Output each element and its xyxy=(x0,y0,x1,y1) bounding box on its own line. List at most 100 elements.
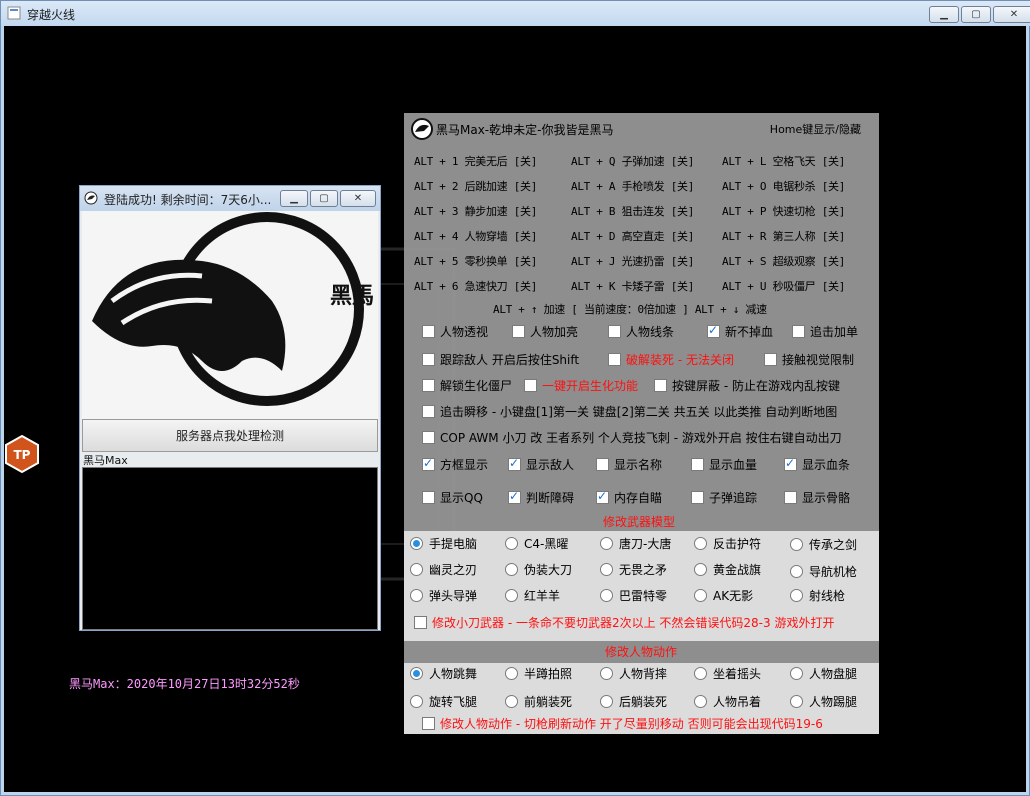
hotkey-3: ALT + 3 静步加速 [关] xyxy=(414,205,538,218)
radio-action[interactable]: 坐着摇头 xyxy=(694,665,761,682)
hotkey-a: ALT + A 手枪喷发 [关] xyxy=(571,180,695,193)
checkbox-show-enemy[interactable]: 显示敌人 xyxy=(508,456,574,473)
log-output[interactable] xyxy=(82,467,378,630)
radio-weapon[interactable]: 无畏之矛 xyxy=(600,561,667,578)
checkbox-bio-functions[interactable]: 一键开启生化功能 xyxy=(524,377,638,394)
minimize-button[interactable]: ▁ xyxy=(929,6,959,23)
speed-indicator: ALT + ↑ 加速 [ 当前速度：0倍加速 ] ALT + ↓ 减速 xyxy=(493,303,767,316)
radio-action[interactable]: 半蹲拍照 xyxy=(505,665,572,682)
hotkey-q: ALT + Q 子弹加速 [关] xyxy=(571,155,695,168)
weapon-options: 手提电脑 C4-黑曜 唐刀-大唐 反击护符 传承之剑 幽灵之刃 伪装大刀 无畏之… xyxy=(404,531,879,641)
minimize-icon: ▁ xyxy=(290,193,298,204)
close-button[interactable]: ✕ xyxy=(993,6,1030,23)
weapon-section-title: 修改武器模型 xyxy=(603,515,676,529)
maximize-icon: ▢ xyxy=(319,193,329,204)
hotkey-1: ALT + 1 完美无后 [关] xyxy=(414,155,538,168)
radio-weapon[interactable]: 黄金战旗 xyxy=(694,561,761,578)
radio-action[interactable]: 前躺装死 xyxy=(505,693,572,710)
radio-action[interactable]: 人物跳舞 xyxy=(410,665,477,682)
server-check-button[interactable]: 服务器点我处理检测 xyxy=(82,419,378,452)
radio-weapon[interactable]: 红羊羊 xyxy=(505,587,560,604)
svg-text:TP: TP xyxy=(14,448,31,462)
checkbox-show-qq[interactable]: 显示QQ xyxy=(422,489,483,506)
radio-weapon[interactable]: 幽灵之刃 xyxy=(410,561,477,578)
checkbox-player-esp[interactable]: 人物透视 xyxy=(422,323,488,340)
checkbox-show-hp-bar[interactable]: 显示血条 xyxy=(784,456,850,473)
checkbox-show-skeleton[interactable]: 显示骨骼 xyxy=(784,489,850,506)
hotkey-s: ALT + S 超级观察 [关] xyxy=(722,255,846,268)
action-section-title: 修改人物动作 xyxy=(605,645,678,659)
checkbox-no-damage[interactable]: 新不掉血 xyxy=(707,323,773,340)
login-close-button[interactable]: ✕ xyxy=(340,190,376,207)
radio-weapon[interactable]: AK无影 xyxy=(694,587,753,604)
radio-action[interactable]: 人物盘腿 xyxy=(790,665,857,682)
checkbox-player-highlight[interactable]: 人物加亮 xyxy=(512,323,578,340)
checkbox-track-enemy[interactable]: 跟踪敌人 开启后按住Shift xyxy=(422,351,579,368)
hotkey-b: ALT + B 狙击连发 [关] xyxy=(571,205,695,218)
checkbox-crack-fake-death[interactable]: 破解装死 - 无法关闭 xyxy=(608,351,734,368)
radio-weapon[interactable]: 弹头导弹 xyxy=(410,587,477,604)
maximize-icon: ▢ xyxy=(971,9,981,20)
checkbox-action-mod[interactable]: 修改人物动作 - 切枪刷新动作 开了尽量别移动 否则可能会出现代码19-6 xyxy=(422,715,823,732)
checkbox-chase-add[interactable]: 追击加单 xyxy=(792,323,858,340)
radio-weapon[interactable]: 反击护符 xyxy=(694,535,761,552)
horse-logo: 黑馬 xyxy=(82,211,378,419)
login-window-controls: ▁ ▢ ✕ xyxy=(280,190,376,207)
status-timestamp: 黑马Max：2020年10月27日13时32分52秒 xyxy=(69,677,300,691)
checkbox-obstacle-check[interactable]: 判断障碍 xyxy=(508,489,574,506)
maximize-button[interactable]: ▢ xyxy=(961,6,991,23)
radio-weapon[interactable]: 射线枪 xyxy=(790,587,845,604)
radio-action[interactable]: 人物吊着 xyxy=(694,693,761,710)
hotkey-p: ALT + P 快速切枪 [关] xyxy=(722,205,846,218)
checkbox-chase-teleport[interactable]: 追击瞬移 - 小键盘[1]第一关 键盘[2]第二关 共五关 以此类推 自动判断地… xyxy=(422,403,837,420)
checkbox-show-name[interactable]: 显示名称 xyxy=(596,456,662,473)
radio-action[interactable]: 后躺装死 xyxy=(600,693,667,710)
checkbox-key-block[interactable]: 按键屏蔽 - 防止在游戏内乱按键 xyxy=(654,377,840,394)
hotkey-6: ALT + 6 急速快刀 [关] xyxy=(414,280,538,293)
window-title: 穿越火线 xyxy=(27,8,76,22)
horse-logo-icon xyxy=(84,191,98,205)
radio-action[interactable]: 人物背摔 xyxy=(600,665,667,682)
checkbox-knife-weapon-mod[interactable]: 修改小刀武器 - 一条命不要切武器2次以上 不然会错误代码28-3 游戏外打开 xyxy=(414,614,834,631)
login-minimize-button[interactable]: ▁ xyxy=(280,190,308,207)
hotkey-5: ALT + 5 零秒换单 [关] xyxy=(414,255,538,268)
checkbox-show-hp[interactable]: 显示血量 xyxy=(691,456,757,473)
radio-weapon[interactable]: 伪装大刀 xyxy=(505,561,572,578)
checkbox-unlock-zombie[interactable]: 解锁生化僵尸 xyxy=(422,377,512,394)
hotkey-j: ALT + J 光速扔雷 [关] xyxy=(571,255,695,268)
radio-weapon[interactable]: C4-黑曜 xyxy=(505,535,568,552)
hotkey-k: ALT + K 卡矮子雷 [关] xyxy=(571,280,695,293)
login-title-bar[interactable]: 登陆成功! 剩余时间：7天6小... ▁ ▢ ✕ xyxy=(80,186,380,211)
radio-action[interactable]: 旋转飞腿 xyxy=(410,693,477,710)
login-title: 登陆成功! 剩余时间：7天6小... xyxy=(104,193,272,207)
radio-weapon[interactable]: 传承之剑 xyxy=(790,536,857,553)
log-label: 黑马Max xyxy=(83,454,128,467)
minimize-icon: ▁ xyxy=(940,9,948,20)
hotkey-d: ALT + D 高空直走 [关] xyxy=(571,230,695,243)
panel-title: 黑马Max-乾坤未定-你我皆是黑马 xyxy=(436,123,614,137)
checkbox-knife-mod[interactable]: COP AWM 小刀 改 王者系列 个人竞技飞刺 - 游戏外开启 按住右键自动出… xyxy=(422,429,842,446)
cheat-panel: 黑马Max-乾坤未定-你我皆是黑马 Home键显示/隐藏 ALT + 1 完美无… xyxy=(404,113,879,734)
radio-weapon[interactable]: 唐刀-大唐 xyxy=(600,535,671,552)
checkbox-memory-aim[interactable]: 内存自瞄 xyxy=(596,489,662,506)
hotkey-r: ALT + R 第三人称 [关] xyxy=(722,230,846,243)
title-bar[interactable]: 穿越火线 ▁ ▢ ✕ xyxy=(1,1,1030,26)
hotkey-o: ALT + O 电锯秒杀 [关] xyxy=(722,180,846,193)
checkbox-bullet-track[interactable]: 子弹追踪 xyxy=(691,489,757,506)
radio-weapon[interactable]: 巴雷特零 xyxy=(600,587,667,604)
login-window: 登陆成功! 剩余时间：7天6小... ▁ ▢ ✕ 黑馬 服务器点我处理检测 黑马… xyxy=(79,185,381,631)
panel-header: 黑马Max-乾坤未定-你我皆是黑马 Home键显示/隐藏 xyxy=(404,113,879,143)
radio-weapon[interactable]: 导航机枪 xyxy=(790,563,857,580)
login-maximize-button[interactable]: ▢ xyxy=(310,190,338,207)
checkbox-box-esp[interactable]: 方框显示 xyxy=(422,456,488,473)
checkbox-vision-limit[interactable]: 接触视觉限制 xyxy=(764,351,854,368)
radio-weapon[interactable]: 手提电脑 xyxy=(410,535,477,552)
hotkey-2: ALT + 2 后跳加速 [关] xyxy=(414,180,538,193)
checkbox-player-lines[interactable]: 人物线条 xyxy=(608,323,674,340)
tp-icon[interactable]: TP xyxy=(4,434,40,474)
hotkey-4: ALT + 4 人物穿墙 [关] xyxy=(414,230,538,243)
main-window: 穿越火线 ▁ ▢ ✕ TP 登陆成功! 剩余时间：7天6小... ▁ ▢ ✕ 黑… xyxy=(0,0,1030,796)
window-controls: ▁ ▢ ✕ xyxy=(929,6,1030,23)
radio-action[interactable]: 人物踢腿 xyxy=(790,693,857,710)
svg-text:黑馬: 黑馬 xyxy=(330,283,374,309)
